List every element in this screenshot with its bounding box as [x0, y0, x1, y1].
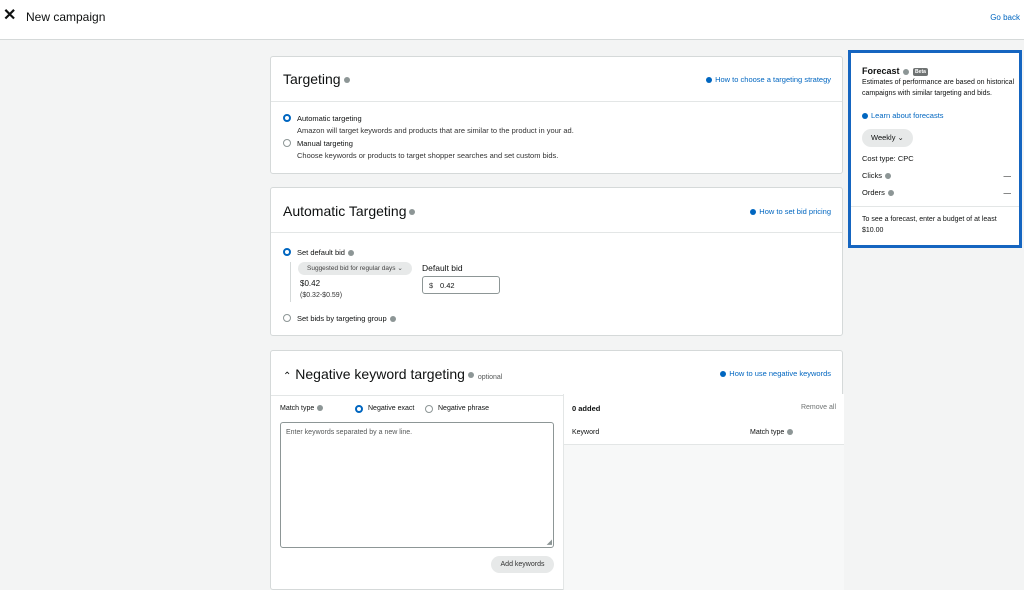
keywords-table-header: Keyword Match type [564, 422, 844, 445]
default-bid-radio[interactable] [283, 248, 291, 256]
automatic-targeting-desc: Amazon will target keywords and products… [297, 126, 574, 135]
info-icon[interactable] [389, 316, 396, 323]
info-icon[interactable] [317, 405, 324, 412]
default-bid-value: 0.42 [440, 281, 455, 290]
chevron-down-icon: ⌄ [397, 265, 403, 272]
automatic-targeting-header: Automatic Targeting How to set bid prici… [271, 188, 842, 233]
negative-phrase-label: Negative phrase [438, 405, 489, 412]
divider [290, 262, 291, 302]
info-icon[interactable] [467, 372, 474, 379]
divider [851, 206, 1019, 207]
targeting-title: Targeting [283, 71, 341, 87]
negative-exact-label: Negative exact [368, 405, 415, 412]
negative-keyword-header: ⌃ Negative keyword targeting optional Ho… [271, 351, 842, 396]
optional-label: optional [477, 374, 503, 381]
targeting-header: Targeting How to choose a targeting stra… [271, 57, 842, 102]
chevron-up-icon[interactable]: ⌃ [283, 371, 291, 382]
column-keyword: Keyword [572, 429, 600, 436]
help-icon [706, 77, 713, 83]
added-header: 0 added Remove all [564, 394, 844, 423]
suggested-bid-range: ($0.32-$0.59) [300, 292, 343, 299]
go-back-link[interactable]: Go back [990, 13, 1020, 22]
remove-all-button[interactable]: Remove all [801, 404, 836, 411]
default-bid-label: Set default bid [297, 248, 345, 257]
budget-note: To see a forecast, enter a budget of at … [862, 216, 997, 234]
help-icon [862, 113, 868, 119]
info-icon[interactable] [347, 250, 354, 257]
learn-forecasts-link[interactable]: Learn about forecasts [862, 111, 944, 120]
negative-keywords-link[interactable]: How to use negative keywords [720, 369, 831, 378]
automatic-targeting-card: Automatic Targeting How to set bid prici… [270, 187, 843, 336]
top-bar: ✕ New campaign Go back [0, 0, 1024, 40]
manual-targeting-radio[interactable] [283, 139, 291, 147]
match-type-label: Match type [280, 405, 315, 412]
automatic-targeting-title: Automatic Targeting [283, 203, 407, 219]
keywords-placeholder: Enter keywords separated by a new line. [286, 429, 413, 436]
info-icon[interactable] [902, 68, 909, 75]
added-keywords-panel: 0 added Remove all Keyword Match type [563, 394, 844, 590]
info-icon[interactable] [885, 173, 891, 180]
suggested-bid-dropdown[interactable]: Suggested bid for regular days ⌄ [298, 262, 412, 275]
negative-keyword-title: Negative keyword targeting [295, 366, 465, 382]
manual-targeting-desc: Choose keywords or products to target sh… [297, 151, 559, 160]
suggested-bid-value: $0.42 [300, 279, 321, 288]
targeting-strategy-link[interactable]: How to choose a targeting strategy [706, 75, 831, 84]
negative-exact-radio[interactable] [355, 405, 363, 413]
forecast-title: Forecast [862, 66, 900, 76]
help-icon [750, 209, 757, 215]
forecast-description: Estimates of performance are based on hi… [862, 79, 1015, 97]
beta-badge: Beta [913, 67, 928, 76]
default-bid-input[interactable]: $ 0.42 [422, 276, 500, 294]
keywords-textarea[interactable]: Enter keywords separated by a new line. … [280, 422, 554, 548]
negative-keyword-card: ⌃ Negative keyword targeting optional Ho… [270, 350, 844, 590]
default-bid-heading: Default bid [422, 263, 463, 273]
targeting-group-label: Set bids by targeting group [297, 314, 387, 323]
info-icon[interactable] [343, 77, 350, 84]
automatic-targeting-radio[interactable] [283, 114, 291, 122]
forecast-panel: Forecast Beta Estimates of performance a… [848, 50, 1022, 248]
targeting-card: Targeting How to choose a targeting stra… [270, 56, 843, 174]
bid-pricing-link[interactable]: How to set bid pricing [750, 207, 831, 216]
info-icon[interactable] [787, 429, 794, 436]
currency-symbol: $ [429, 281, 434, 290]
info-icon[interactable] [887, 190, 894, 197]
page-title: New campaign [26, 10, 106, 24]
clicks-label: Clicks [862, 171, 882, 180]
clicks-value: — [1003, 171, 1012, 180]
manual-targeting-label: Manual targeting [297, 139, 353, 148]
added-count: 0 added [572, 404, 601, 413]
period-dropdown[interactable]: Weekly ⌄ [862, 129, 913, 147]
orders-label: Orders [862, 188, 885, 197]
add-keywords-button[interactable]: Add keywords [491, 556, 554, 573]
help-icon [720, 371, 727, 377]
targeting-group-radio[interactable] [283, 314, 291, 322]
resize-handle-icon[interactable]: ◢ [547, 538, 552, 546]
column-match-type: Match type [750, 429, 785, 436]
negative-phrase-radio[interactable] [425, 405, 433, 413]
close-icon[interactable]: ✕ [3, 8, 16, 24]
automatic-targeting-label: Automatic targeting [297, 114, 362, 123]
cost-type: Cost type: CPC [862, 154, 914, 163]
chevron-down-icon: ⌄ [897, 133, 904, 142]
info-icon[interactable] [409, 209, 416, 216]
orders-value: — [1003, 188, 1012, 197]
